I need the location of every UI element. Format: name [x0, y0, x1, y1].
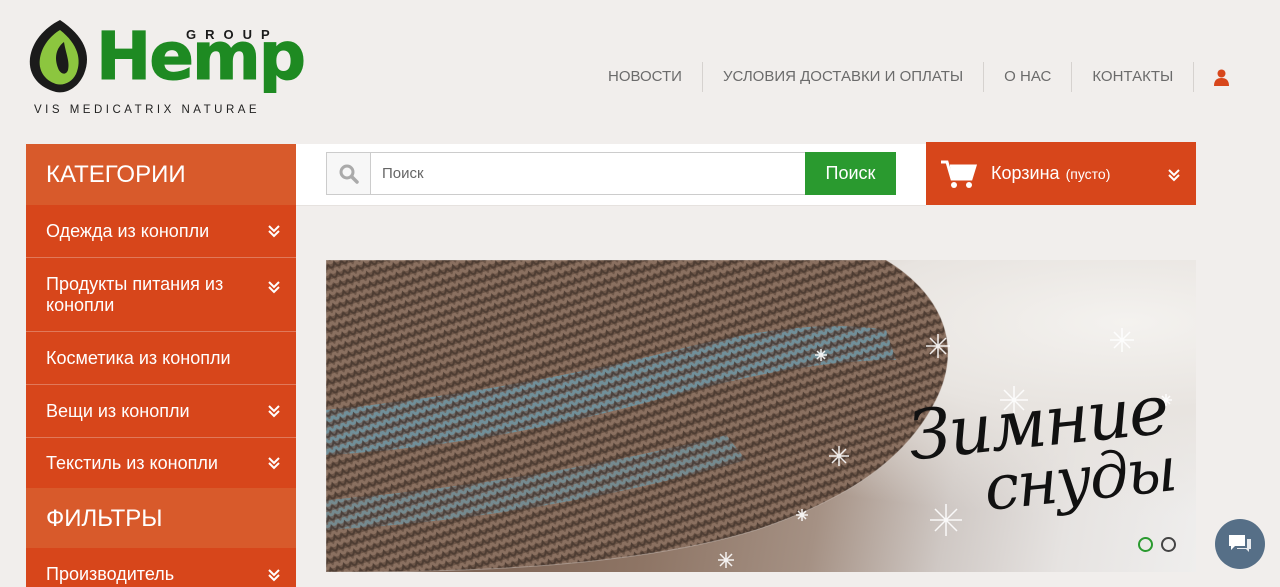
nav-delivery-link[interactable]: УСЛОВИЯ ДОСТАВКИ И ОПЛАТЫ: [703, 62, 985, 92]
sidebar-item-label: Одежда из конопли: [46, 220, 210, 241]
sidebar-item-label: Вещи из конопли: [46, 400, 190, 421]
nav-about-link[interactable]: О НАС: [984, 62, 1073, 92]
chevron-down-icon[interactable]: [268, 404, 280, 418]
slider-pagination: [1138, 537, 1176, 552]
filter-item-label: Производитель: [46, 564, 175, 584]
sidebar-item-label: Косметика из конопли: [46, 347, 231, 368]
shopping-cart-icon: [941, 160, 977, 188]
search-bar: Поиск: [296, 144, 926, 206]
slider-dot-2[interactable]: [1161, 537, 1176, 552]
sidebar-item-food[interactable]: Продукты питания из конопли: [26, 258, 296, 332]
logo-brand-text: Hemp: [95, 18, 306, 95]
chat-widget-button[interactable]: [1215, 519, 1265, 569]
search-button[interactable]: Поиск: [805, 152, 896, 195]
user-account-button[interactable]: [1194, 62, 1230, 92]
cart-dropdown[interactable]: Корзина (пусто): [926, 142, 1196, 205]
cart-label: Корзина: [991, 163, 1060, 183]
sidebar-item-cosmetics[interactable]: Косметика из конопли: [26, 332, 296, 385]
slider-dot-1[interactable]: [1138, 537, 1153, 552]
chevron-down-icon[interactable]: [268, 568, 280, 582]
filter-item-manufacturer[interactable]: Производитель: [26, 548, 296, 587]
logo-tagline: VIS MEDICATRIX NATURAE: [34, 104, 261, 116]
chat-icon: [1229, 535, 1251, 552]
site-logo[interactable]: GROUP Hemp VIS MEDICATRIX NATURAE: [26, 18, 307, 118]
search-input[interactable]: [370, 152, 806, 195]
banner-headline-line2: снуды: [980, 432, 1179, 525]
sidebar-item-textile[interactable]: Текстиль из конопли: [26, 438, 296, 488]
cart-status: (пусто): [1065, 165, 1111, 182]
promo-banner-slider[interactable]: Зимние снуды: [326, 260, 1196, 572]
chevron-down-icon: [1168, 169, 1180, 182]
hemp-leaf-logo-icon: [29, 20, 88, 93]
category-sidebar: КАТЕГОРИИ Одежда из конопли Продукты пит…: [26, 144, 296, 587]
chevron-down-icon[interactable]: [268, 224, 280, 238]
sidebar-item-clothing[interactable]: Одежда из конопли: [26, 205, 296, 258]
categories-title: КАТЕГОРИИ: [26, 144, 296, 205]
top-navigation: НОВОСТИ УСЛОВИЯ ДОСТАВКИ И ОПЛАТЫ О НАС …: [588, 62, 1230, 92]
chevron-down-icon[interactable]: [268, 280, 280, 294]
user-icon: [1214, 69, 1230, 86]
sidebar-item-label: Текстиль из конопли: [46, 452, 218, 473]
nav-contacts-link[interactable]: КОНТАКТЫ: [1072, 62, 1195, 92]
sidebar-item-things[interactable]: Вещи из конопли: [26, 385, 296, 438]
search-icon: [339, 164, 359, 184]
filters-title: ФИЛЬТРЫ: [26, 488, 296, 548]
sidebar-item-label: Продукты питания из конопли: [46, 273, 224, 315]
banner-headline: Зимние снуды: [905, 371, 1179, 527]
search-icon-box: [326, 152, 371, 195]
nav-news-link[interactable]: НОВОСТИ: [588, 62, 703, 92]
chevron-down-icon[interactable]: [268, 456, 280, 470]
